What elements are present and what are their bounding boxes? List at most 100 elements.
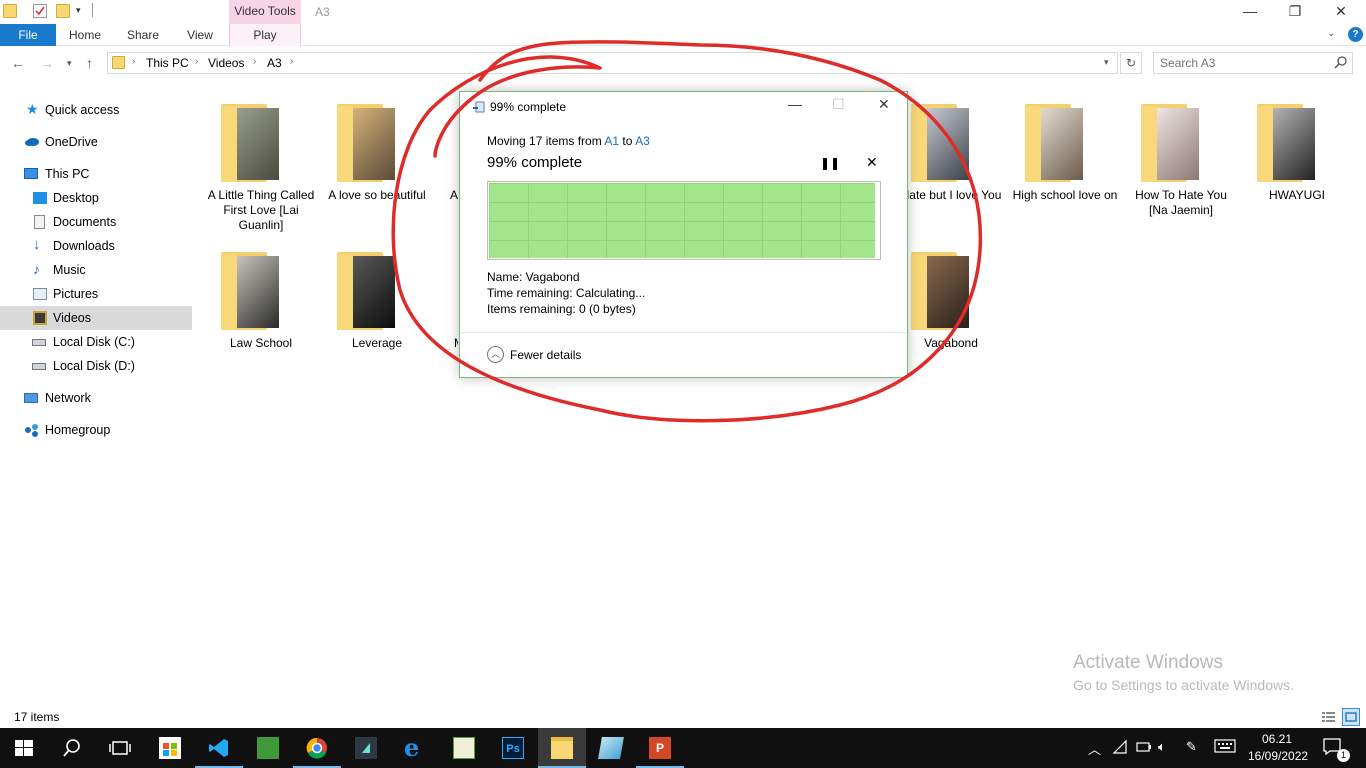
back-arrow-icon[interactable]: ← <box>11 55 25 71</box>
folder-item[interactable]: A Little Thing Called First Love [Lai Gu… <box>206 98 316 248</box>
folder-item[interactable]: Vagabond <box>896 246 1006 396</box>
up-arrow-icon[interactable]: ↑ <box>86 55 93 71</box>
taskbar-notepad[interactable] <box>440 728 488 768</box>
folder-icon <box>1025 98 1089 182</box>
network-icon <box>24 393 38 403</box>
taskbar-filmora[interactable] <box>342 728 390 768</box>
taskbar-edge[interactable]: e <box>391 728 439 768</box>
sidebar-item-label: Local Disk (D:) <box>53 359 135 373</box>
items-remaining-detail: Items remaining: 0 (0 bytes) <box>487 302 636 316</box>
expand-ribbon-icon[interactable]: ⌄ <box>1327 28 1335 39</box>
sidebar-item-onedrive[interactable]: OneDrive <box>0 131 192 153</box>
search-button[interactable] <box>48 728 96 768</box>
taskbar-photoshop[interactable]: Ps <box>489 728 537 768</box>
tab-home[interactable]: Home <box>62 24 108 46</box>
taskbar-store[interactable] <box>146 728 194 768</box>
taskbar-powerpoint[interactable]: P <box>636 728 684 768</box>
refresh-icon[interactable]: ↻ <box>1120 52 1142 74</box>
tab-share[interactable]: Share <box>120 24 166 46</box>
dialog-title: 99% complete <box>490 100 567 114</box>
folder-item[interactable]: Law School <box>206 246 316 396</box>
recent-locations-icon[interactable]: ▾ <box>67 58 72 69</box>
folder-icon <box>911 98 975 182</box>
taskbar-vscode[interactable] <box>195 728 243 768</box>
details-view-icon[interactable] <box>1320 708 1338 726</box>
dialog-minimize-button[interactable]: — <box>788 96 802 112</box>
volume-icon[interactable]: 🔈︎ <box>1158 739 1166 755</box>
tab-play[interactable]: Play <box>229 24 301 46</box>
folder-item[interactable]: A love so beautiful <box>322 98 432 248</box>
taskbar-chrome[interactable] <box>293 728 341 768</box>
time-remaining-detail: Time remaining: Calculating... <box>487 286 646 300</box>
folder-icon[interactable] <box>3 4 17 18</box>
photoshop-icon: Ps <box>502 737 524 759</box>
address-row: ← → ▾ ↑ › This PC › Videos › A3 › ▾ ↻ <box>0 47 1366 79</box>
progress-fill <box>489 183 875 258</box>
breadcrumb-videos[interactable]: Videos <box>208 56 244 70</box>
folder-item[interactable]: HWAYUGI <box>1242 98 1352 248</box>
percent-complete-label: 99% complete <box>487 154 583 171</box>
sidebar-item-label: Music <box>53 263 86 277</box>
cancel-button[interactable]: ✕ <box>866 154 878 171</box>
address-dropdown-icon[interactable]: ▾ <box>1104 57 1109 68</box>
sidebar-item-music[interactable]: ♪ Music <box>0 259 192 281</box>
start-button[interactable] <box>0 728 48 768</box>
desktop-icon <box>33 192 47 204</box>
drive-icon <box>32 363 46 370</box>
folder-item[interactable]: High school love on <box>1010 98 1120 248</box>
wifi-icon[interactable] <box>1112 739 1128 758</box>
sidebar-item-desktop[interactable]: Desktop <box>0 187 192 209</box>
help-icon[interactable]: ? <box>1348 27 1363 42</box>
tab-file[interactable]: File <box>0 24 56 46</box>
music-icon: ♪ <box>33 261 40 277</box>
folder-item[interactable]: A t <box>432 98 458 248</box>
folder-item[interactable]: M <box>432 246 458 396</box>
close-button[interactable]: ✕ <box>1318 0 1364 24</box>
taskbar-file-explorer[interactable] <box>538 728 586 768</box>
qat-dropdown-icon[interactable]: ▾ <box>76 5 81 16</box>
properties-icon[interactable] <box>33 4 47 18</box>
folder-icon <box>112 56 125 69</box>
folder-item[interactable]: Leverage <box>322 246 432 396</box>
breadcrumb-this-pc[interactable]: This PC <box>146 56 189 70</box>
folder-name: A t <box>450 188 458 202</box>
folder-item[interactable]: Hate but I love You <box>896 98 1006 248</box>
clock-time[interactable]: 06.21 <box>1262 732 1292 746</box>
dialog-close-button[interactable]: ✕ <box>878 96 890 113</box>
tab-view[interactable]: View <box>177 24 223 46</box>
sidebar-item-homegroup[interactable]: Homegroup <box>0 419 192 441</box>
sidebar-item-videos[interactable]: Videos <box>0 306 192 330</box>
pause-button[interactable]: ❚❚ <box>820 156 840 170</box>
forward-arrow-icon[interactable]: → <box>40 55 54 71</box>
taskbar-app-blue[interactable] <box>587 728 635 768</box>
large-icons-view-icon[interactable] <box>1342 708 1360 726</box>
new-folder-icon[interactable] <box>56 4 70 18</box>
sidebar-item-documents[interactable]: Documents <box>0 211 192 233</box>
clock-date[interactable]: 16/09/2022 <box>1248 749 1308 763</box>
battery-icon[interactable] <box>1136 739 1152 758</box>
search-box[interactable] <box>1153 52 1353 74</box>
destination-folder-link[interactable]: A3 <box>635 134 650 148</box>
sidebar-item-pictures[interactable]: Pictures <box>0 283 192 305</box>
pictures-icon <box>33 288 47 300</box>
sidebar-item-this-pc[interactable]: This PC <box>0 163 192 185</box>
show-hidden-icons-icon[interactable]: ︿ <box>1088 739 1101 758</box>
source-folder-link[interactable]: A1 <box>604 134 619 148</box>
drive-icon <box>32 339 46 346</box>
pen-icon[interactable]: ✎ <box>1186 739 1197 755</box>
folder-item[interactable]: How To Hate You [Na Jaemin] <box>1126 98 1236 248</box>
sidebar-item-downloads[interactable]: ↓ Downloads <box>0 235 192 257</box>
breadcrumb-a3[interactable]: A3 <box>267 56 282 70</box>
sidebar-item-network[interactable]: Network <box>0 387 192 409</box>
sidebar-item-local-disk-d[interactable]: Local Disk (D:) <box>0 355 192 377</box>
address-bar[interactable]: › This PC › Videos › A3 › ▾ <box>107 52 1118 74</box>
restore-button[interactable]: ❐ <box>1272 0 1318 24</box>
search-input[interactable] <box>1160 55 1330 71</box>
folder-icon <box>1141 98 1205 182</box>
taskbar-app-green[interactable] <box>244 728 292 768</box>
keyboard-icon[interactable] <box>1214 739 1236 756</box>
sidebar-item-quick-access[interactable]: ★ Quick access <box>0 99 192 121</box>
minimize-button[interactable]: — <box>1227 0 1273 24</box>
sidebar-item-local-disk-c[interactable]: Local Disk (C:) <box>0 331 192 353</box>
task-view-button[interactable] <box>96 728 144 768</box>
